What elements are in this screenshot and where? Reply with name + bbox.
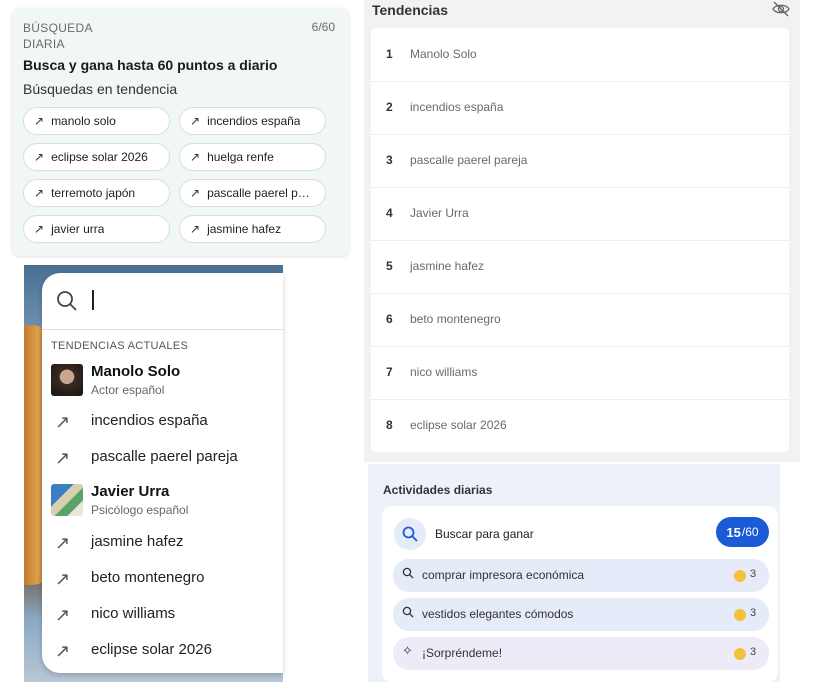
trend-row[interactable]: 4 Javier Urra xyxy=(371,187,789,241)
person-thumbnail xyxy=(51,484,83,516)
person-thumbnail xyxy=(51,364,83,396)
activity-item[interactable]: comprar impresora económica 3 xyxy=(393,559,769,592)
suggestion-item[interactable]: ↗ nico williams xyxy=(51,602,281,626)
trending-up-icon: ↗ xyxy=(190,114,201,128)
card-label-line1: BÚSQUEDA xyxy=(23,21,93,35)
trends-panel: Tendencias 1 Manolo Solo 2 incendios españ… xyxy=(364,0,800,462)
trending-up-icon: ↗ xyxy=(55,412,71,432)
search-icon xyxy=(57,291,77,311)
card-label: BÚSQUEDA DIARIA xyxy=(23,20,93,52)
daily-progress: 6/60 xyxy=(311,20,335,34)
trend-row[interactable]: 2 incendios españa xyxy=(371,81,789,135)
score-badge: 15/60 xyxy=(716,517,769,547)
trending-up-icon: ↗ xyxy=(55,641,71,661)
suggestion-item[interactable]: Javier Urra Psicólogo español xyxy=(51,483,281,517)
search-icon xyxy=(402,526,418,542)
search-button[interactable] xyxy=(394,518,426,550)
trend-row[interactable]: 6 beto montenegro xyxy=(371,293,789,347)
card-title: Busca y gana hasta 60 puntos a diario xyxy=(23,57,278,73)
search-icon xyxy=(402,606,414,618)
coin-icon xyxy=(734,648,746,660)
daily-activities-panel: Actividades diarias Buscar para ganar 15… xyxy=(368,464,780,682)
trend-chip[interactable]: ↗ javier urra xyxy=(23,215,170,243)
dropdown-header: TENDENCIAS ACTUALES xyxy=(51,340,189,352)
trending-up-icon: ↗ xyxy=(34,150,45,164)
search-to-earn-label: Buscar para ganar xyxy=(435,527,534,541)
activity-item[interactable]: vestidos elegantes cómodos 3 xyxy=(393,598,769,631)
trend-chip[interactable]: ↗ terremoto japón xyxy=(23,179,170,207)
trending-up-icon: ↗ xyxy=(34,114,45,128)
trend-row[interactable]: 1 Manolo Solo xyxy=(371,28,789,82)
activities-title: Actividades diarias xyxy=(383,483,493,497)
trend-row[interactable]: 3 pascalle paerel pareja xyxy=(371,134,789,188)
trending-up-icon: ↗ xyxy=(55,533,71,553)
search-dropdown: TENDENCIAS ACTUALES Manolo Solo Actor es… xyxy=(42,273,283,673)
trend-row[interactable]: 8 eclipse solar 2026 xyxy=(371,399,789,452)
suggestion-item[interactable]: ↗ jasmine hafez xyxy=(51,530,281,554)
trend-chip[interactable]: ↗ manolo solo xyxy=(23,107,170,135)
coin-icon xyxy=(734,609,746,621)
trending-up-icon: ↗ xyxy=(190,186,201,200)
trends-title: Tendencias xyxy=(372,2,448,18)
trend-chip[interactable]: ↗ huelga renfe xyxy=(179,143,326,171)
hide-icon[interactable] xyxy=(772,0,790,18)
trending-up-icon: ↗ xyxy=(55,569,71,589)
activity-item[interactable]: ✧ ¡Sorpréndeme! 3 xyxy=(393,637,769,670)
coin-icon xyxy=(734,570,746,582)
trending-up-icon: ↗ xyxy=(34,222,45,236)
trends-list: 1 Manolo Solo 2 incendios españa 3 pascalle… xyxy=(371,28,789,452)
trending-up-icon: ↗ xyxy=(34,186,45,200)
suggestion-item[interactable]: ↗ eclipse solar 2026 xyxy=(51,638,281,662)
trending-up-icon: ↗ xyxy=(190,150,201,164)
suggestion-item[interactable]: ↗ pascalle paerel pareja xyxy=(51,445,281,469)
trend-row[interactable]: 5 jasmine hafez xyxy=(371,240,789,294)
text-cursor xyxy=(92,290,94,310)
card-subtitle: Búsquedas en tendencia xyxy=(23,81,178,97)
daily-search-card: BÚSQUEDA DIARIA 6/60 Busca y gana hasta … xyxy=(12,8,349,256)
activities-box: Buscar para ganar 15/60 comprar impresor… xyxy=(382,506,778,682)
card-label-line2: DIARIA xyxy=(23,37,65,51)
suggestion-item[interactable]: ↗ beto montenegro xyxy=(51,566,281,590)
trend-chip[interactable]: ↗ jasmine hafez xyxy=(179,215,326,243)
sparkle-icon: ✧ xyxy=(402,643,413,658)
suggestion-item[interactable]: ↗ incendios españa xyxy=(51,409,281,433)
trend-chip[interactable]: ↗ pascalle paerel par... xyxy=(179,179,326,207)
trending-up-icon: ↗ xyxy=(190,222,201,236)
trend-chip[interactable]: ↗ incendios españa xyxy=(179,107,326,135)
suggestion-item[interactable]: Manolo Solo Actor español xyxy=(51,363,281,397)
trend-chip[interactable]: ↗ eclipse solar 2026 xyxy=(23,143,170,171)
trending-up-icon: ↗ xyxy=(55,605,71,625)
search-icon xyxy=(402,567,414,579)
trend-row[interactable]: 7 nico williams xyxy=(371,346,789,400)
trending-up-icon: ↗ xyxy=(55,448,71,468)
search-bar[interactable] xyxy=(42,273,283,330)
